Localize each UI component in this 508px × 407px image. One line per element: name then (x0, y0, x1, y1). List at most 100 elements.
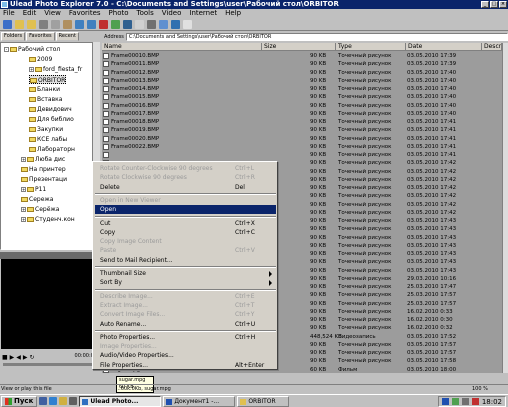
expand-toggle-icon[interactable]: + (21, 187, 26, 192)
list-item[interactable]: Frame00019.BMP 90 KB Точечный рисунок 03.05… (102, 126, 502, 134)
tree-item[interactable]: 2009 (29, 55, 52, 64)
close-button[interactable]: × (499, 1, 507, 8)
list-item[interactable]: Frame00020.BMP 90 KB Точечный рисунок 03.05… (102, 135, 502, 143)
start-button[interactable]: Пуск (1, 395, 38, 407)
expand-toggle-icon[interactable]: + (29, 67, 34, 72)
play-icon[interactable]: ▶ (10, 354, 15, 361)
menu-video[interactable]: Video (162, 9, 182, 18)
tree-item[interactable]: Девидович (29, 105, 72, 114)
tree-item[interactable]: КСЕ лабы (29, 135, 67, 144)
menu-favorites[interactable]: Favorites (69, 9, 101, 18)
network-icon[interactable] (451, 398, 459, 405)
view-icon[interactable] (111, 20, 120, 29)
paste-icon[interactable] (63, 20, 72, 29)
cut-icon[interactable] (39, 20, 48, 29)
minimize-button[interactable]: _ (481, 1, 489, 8)
tree-item[interactable]: Сережа (21, 195, 53, 204)
menu-view[interactable]: View (44, 9, 61, 18)
menu-item-sort-by[interactable]: Sort By (95, 278, 276, 287)
tree-item[interactable]: Вставка (29, 95, 62, 104)
task-ulead[interactable]: Ulead Photo... (79, 395, 162, 407)
next-frame-icon[interactable]: ▶ (23, 354, 28, 361)
menu-item-open[interactable]: Open (95, 205, 276, 215)
list-item[interactable]: Frame00015.BMP 90 KB Точечный рисунок 03.05… (102, 93, 502, 101)
menu-item-send-to-mail-recipient[interactable]: Send to Mail Recipient... (95, 256, 276, 265)
tree-item[interactable]: Закупки (29, 125, 63, 134)
prev-frame-icon[interactable]: ◀ (16, 354, 21, 361)
expand-toggle-icon[interactable]: + (21, 217, 26, 222)
menu-help[interactable]: Help (225, 9, 241, 18)
language-icon[interactable] (441, 398, 449, 405)
tree-item[interactable]: Бланки (29, 85, 60, 94)
list-item[interactable]: Frame00022.BMP 90 KB Точечный рисунок 03.05… (102, 143, 502, 151)
list-scrollbar[interactable] (502, 43, 508, 373)
column-header-descriptio[interactable]: Descriptio (482, 43, 502, 51)
delete-icon[interactable] (99, 20, 108, 29)
expand-toggle-icon[interactable]: + (21, 157, 26, 162)
menu-item-photo-properties[interactable]: Photo Properties... Ctrl+H (95, 333, 276, 342)
seek-bar[interactable] (3, 363, 97, 366)
mail-icon[interactable] (59, 397, 68, 405)
antivirus-icon[interactable] (471, 398, 479, 405)
stop-icon[interactable]: ■ (2, 354, 8, 361)
back-icon[interactable] (3, 20, 12, 29)
tree-item[interactable]: - Рабочий стол (4, 45, 60, 54)
tree-item[interactable]: Презентаци (21, 175, 67, 184)
column-header-name[interactable]: Name (102, 43, 262, 51)
copy-icon[interactable] (51, 20, 60, 29)
tree-item[interactable]: + Студенч.кон (21, 215, 75, 224)
task-word[interactable]: Документ1 -... (163, 395, 236, 407)
menu-item-thumbnail-size[interactable]: Thumbnail Size (95, 269, 276, 278)
menu-internet[interactable]: Internet (189, 9, 217, 18)
expand-toggle-icon[interactable]: - (4, 47, 9, 52)
help-icon[interactable] (183, 20, 192, 29)
task-orbitor[interactable]: ORBITOR (237, 395, 290, 407)
menu-file[interactable]: File (3, 9, 15, 18)
menu-edit[interactable]: Edit (23, 9, 37, 18)
volume-icon[interactable] (461, 398, 469, 405)
list-item[interactable]: Frame00016.BMP 90 KB Точечный рисунок 03.05… (102, 102, 502, 110)
tree-item[interactable]: + ford_fiesta_fr (29, 65, 82, 74)
list-item[interactable]: Frame00014.BMP 90 KB Точечный рисунок 03.05… (102, 85, 502, 93)
list-item[interactable]: Frame00011.BMP 90 KB Точечный рисунок 03.05… (102, 60, 502, 68)
web-icon[interactable] (171, 20, 180, 29)
print-icon[interactable] (147, 20, 156, 29)
menu-item-cut[interactable]: Cut Ctrl+X (95, 219, 276, 228)
list-item[interactable]: Frame00017.BMP 90 KB Точечный рисунок 03.05… (102, 110, 502, 118)
tree-item[interactable]: Лабораторн (29, 145, 75, 154)
tab-favorites[interactable]: Favorites (26, 32, 55, 41)
folder-icon[interactable] (27, 20, 36, 29)
tree-item[interactable]: + Р11 (21, 185, 46, 194)
media-icon[interactable] (69, 397, 78, 405)
address-input[interactable]: C:\Documents and Settings\user\Рабочий с… (125, 32, 508, 41)
list-item[interactable]: Frame00012.BMP 90 KB Точечный рисунок 03.05… (102, 69, 502, 77)
list-item[interactable]: Frame00018.BMP 90 KB Точечный рисунок 03.05… (102, 118, 502, 126)
up-folder-icon[interactable] (15, 20, 24, 29)
rotate-right-icon[interactable] (87, 20, 96, 29)
slideshow-icon[interactable] (123, 20, 132, 29)
tree-item[interactable]: + Серёжа (21, 205, 59, 214)
thumbnail-icon[interactable] (159, 20, 168, 29)
tab-folders[interactable]: Folders (1, 32, 26, 41)
menu-item-auto-rename[interactable]: Auto Rename... Ctrl+U (95, 320, 276, 329)
tree-item[interactable]: ORBITOR (29, 75, 67, 84)
desktop-icon[interactable] (39, 397, 48, 405)
menu-item-delete[interactable]: Delete Del (95, 183, 276, 192)
expand-toggle-icon[interactable]: + (21, 207, 26, 212)
loop-icon[interactable]: ↻ (30, 354, 35, 361)
browser-icon[interactable] (49, 397, 58, 405)
tree-item[interactable]: + Люба дис (21, 155, 65, 164)
menu-tools[interactable]: Tools (137, 9, 154, 18)
menu-item-audio-video-properties[interactable]: Audio/Video Properties... (95, 351, 276, 360)
tree-item[interactable]: Для библио (29, 115, 74, 124)
list-item[interactable]: 90 KB Точечный рисунок 03.05.2010 17:41 (102, 151, 502, 159)
maximize-button[interactable]: □ (490, 1, 498, 8)
tab-recent[interactable]: Recent (55, 32, 79, 41)
list-item[interactable]: Frame00013.BMP 90 KB Точечный рисунок 03.05… (102, 77, 502, 85)
email-icon[interactable] (135, 20, 144, 29)
column-header-type[interactable]: Type (336, 43, 406, 51)
menu-photo[interactable]: Photo (109, 9, 129, 18)
rotate-left-icon[interactable] (75, 20, 84, 29)
column-header-size[interactable]: Size (262, 43, 336, 51)
column-header-date[interactable]: Date (406, 43, 482, 51)
